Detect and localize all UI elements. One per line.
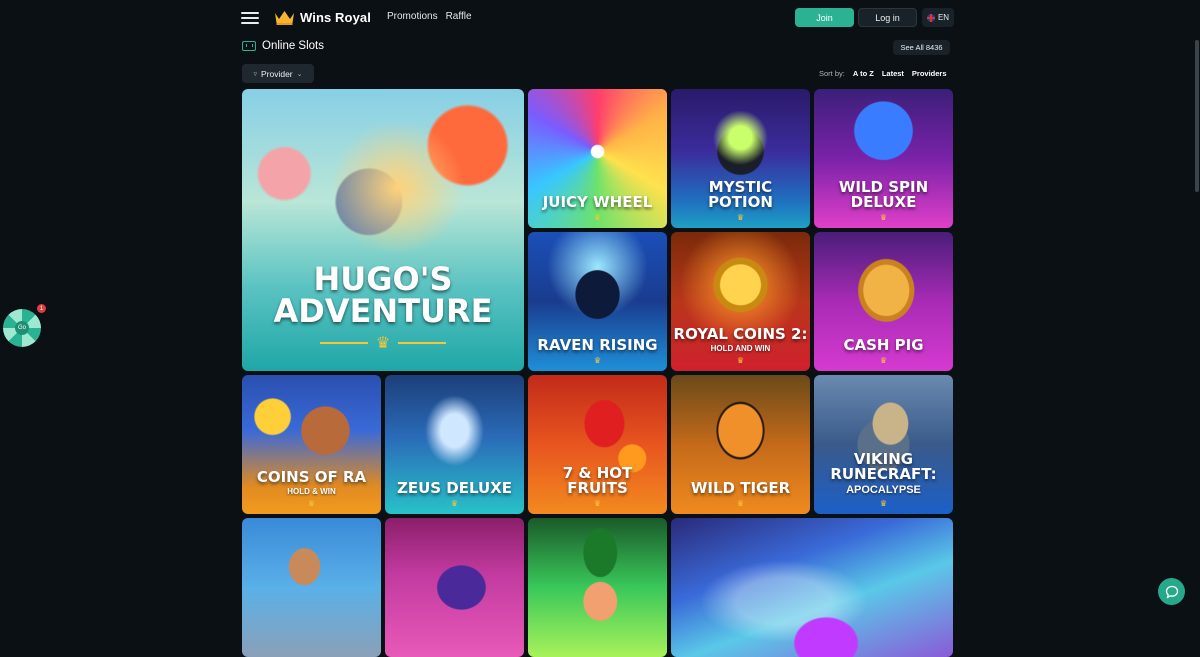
- top-header: Wins Royal Promotions Raffle Join Log in…: [0, 0, 1200, 36]
- game-tile-leprechaun[interactable]: [528, 518, 667, 657]
- filter-icon: ▿: [253, 70, 257, 78]
- crown-icon: ♛: [593, 213, 602, 222]
- crown-icon: ♛: [593, 356, 602, 365]
- crown-icon: [275, 11, 294, 25]
- game-artwork: [385, 518, 524, 657]
- game-subtitle: Hold and Win: [710, 344, 771, 353]
- language-selector[interactable]: EN: [922, 8, 954, 27]
- game-title: Coins of Ra: [256, 468, 367, 486]
- game-tile-wild-spin-deluxe[interactable]: Wild Spin Deluxe ♛: [814, 89, 953, 228]
- menu-icon[interactable]: [241, 12, 259, 24]
- game-artwork: [671, 518, 953, 657]
- sort-label: Sort by:: [819, 69, 845, 78]
- game-tile-book[interactable]: [385, 518, 524, 657]
- chevron-down-icon: ⌄: [296, 70, 303, 78]
- uk-flag-icon: [926, 13, 935, 22]
- nav-raffle[interactable]: Raffle: [446, 11, 472, 22]
- see-all-button[interactable]: See All 8436: [893, 40, 950, 55]
- brand-name: Wins Royal: [300, 9, 371, 25]
- game-tile-coins-of-ra[interactable]: Coins of Ra Hold & Win ♛: [242, 375, 381, 514]
- provider-filter[interactable]: ▿ Provider ⌄: [242, 64, 314, 83]
- slot-machine-icon: [242, 41, 256, 51]
- sort-a-to-z[interactable]: A to Z: [853, 69, 874, 78]
- game-title: Raven Rising: [537, 336, 658, 354]
- crown-icon: ♛: [879, 499, 888, 508]
- game-tile-royal-coins-2[interactable]: Royal Coins 2: Hold and Win ♛: [671, 232, 810, 371]
- login-button[interactable]: Log in: [858, 8, 917, 27]
- sort-bar: Sort by: A to Z Latest Providers: [819, 69, 947, 78]
- game-artwork: [528, 518, 667, 657]
- crown-icon: ♛: [593, 499, 602, 508]
- game-title: Mystic Potion: [708, 178, 773, 211]
- crown-icon: ♛: [307, 499, 316, 508]
- game-title: Wild Spin Deluxe: [838, 178, 929, 211]
- game-title: Wild Tiger: [690, 479, 791, 497]
- nav-promotions[interactable]: Promotions: [387, 11, 438, 22]
- game-title: Royal Coins 2:: [673, 325, 808, 343]
- crown-icon: ♛: [450, 499, 459, 508]
- language-code: EN: [937, 13, 950, 22]
- section-title: Online Slots: [262, 40, 325, 52]
- game-title: 7 & Hot Fruits: [562, 464, 633, 497]
- game-tile-cash-pig[interactable]: Cash Pig ♛: [814, 232, 953, 371]
- wheel-go-label: Go: [15, 321, 29, 335]
- game-tile-mystic-potion[interactable]: Mystic Potion ♛: [671, 89, 810, 228]
- game-tile-raven-rising[interactable]: Raven Rising ♛: [528, 232, 667, 371]
- game-title: Hugo's Adventure: [273, 260, 493, 330]
- game-subtitle: Apocalypse: [846, 484, 921, 496]
- sort-latest[interactable]: Latest: [882, 69, 904, 78]
- crown-icon: ♛: [879, 356, 888, 365]
- crown-icon: ♛: [736, 213, 745, 222]
- game-tile-juicy-wheel[interactable]: Juicy Wheel ♛: [528, 89, 667, 228]
- join-button[interactable]: Join: [795, 8, 854, 27]
- provider-label: Provider: [260, 68, 293, 79]
- game-tile-zeus-deluxe[interactable]: Zeus Deluxe ♛: [385, 375, 524, 514]
- game-tile-7-hot-fruits[interactable]: 7 & Hot Fruits ♛: [528, 375, 667, 514]
- notification-badge: 1: [37, 304, 46, 313]
- crown-icon: ♛: [736, 499, 745, 508]
- crown-icon: ♛: [879, 213, 888, 222]
- brand-logo[interactable]: Wins Royal: [274, 9, 371, 25]
- game-subtitle: Hold & Win: [287, 487, 336, 496]
- section-heading: Online Slots: [242, 40, 324, 52]
- game-title: Juicy Wheel: [542, 193, 653, 211]
- game-title: Cash Pig: [843, 336, 924, 354]
- game-title: Viking Runecraft:: [830, 450, 937, 483]
- crown-icon: ♛: [736, 356, 745, 365]
- game-artwork: [242, 518, 381, 657]
- chat-button[interactable]: [1158, 578, 1185, 605]
- game-tile-viking-runecraft[interactable]: Viking Runecraft: Apocalypse ♛: [814, 375, 953, 514]
- sort-providers[interactable]: Providers: [912, 69, 947, 78]
- crown-divider: ♛: [319, 333, 447, 353]
- game-tile-hero[interactable]: [242, 518, 381, 657]
- page-scrollbar[interactable]: [1195, 40, 1199, 192]
- game-tile-wild-tiger[interactable]: Wild Tiger ♛: [671, 375, 810, 514]
- game-tile-featured-bottom[interactable]: [671, 518, 953, 657]
- chat-icon: [1165, 585, 1178, 599]
- game-tile-hugos-adventure[interactable]: Hugo's Adventure ♛: [242, 89, 524, 371]
- game-title: Zeus Deluxe: [396, 479, 513, 497]
- main-nav: Promotions Raffle: [387, 11, 472, 22]
- bonus-wheel-widget[interactable]: Go: [3, 309, 41, 347]
